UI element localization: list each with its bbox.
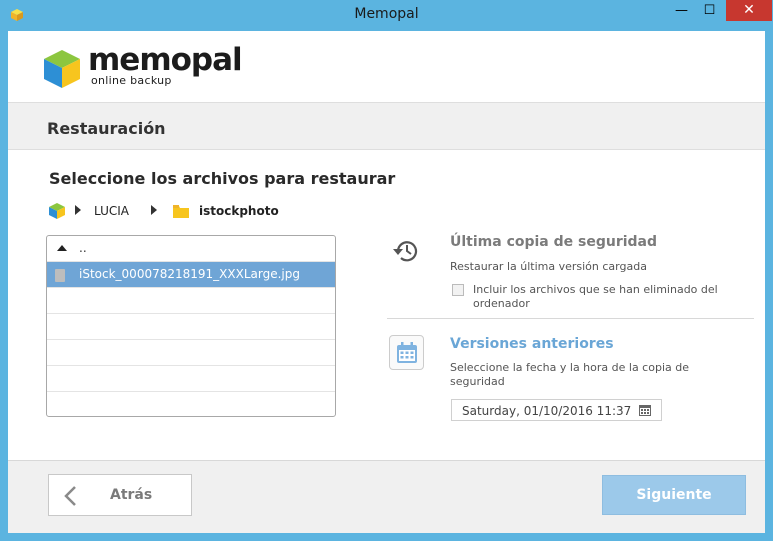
memopal-cube-icon [44, 50, 80, 88]
folder-icon [173, 205, 189, 218]
window-title: Memopal [354, 6, 419, 22]
list-item[interactable]: iStock_000078218191_XXXLarge.jpg [47, 262, 335, 288]
breadcrumb-item-lucia[interactable]: LUCIA [94, 204, 129, 218]
maximize-button[interactable]: ☐ [696, 0, 723, 21]
previous-versions-title[interactable]: Versiones anteriores [450, 336, 614, 352]
title-bar[interactable]: Memopal — ☐ ✕ [0, 0, 773, 31]
section-title: Restauración [47, 119, 166, 138]
back-button-label: Atrás [110, 487, 153, 503]
parent-folder-label: .. [79, 241, 87, 255]
calendar-icon[interactable] [638, 403, 652, 417]
last-backup-subtitle: Restaurar la última versión cargada [450, 260, 647, 273]
list-item-empty [47, 340, 335, 366]
file-list[interactable]: .. iStock_000078218191_XXXLarge.jpg [46, 235, 336, 417]
next-button-label: Siguiente [636, 487, 712, 503]
list-item-empty [47, 288, 335, 314]
list-item-empty [47, 366, 335, 392]
options-divider [387, 318, 754, 319]
root-cube-icon[interactable] [48, 202, 66, 220]
history-icon[interactable] [390, 237, 420, 265]
backup-date-picker[interactable]: Saturday, 01/10/2016 11:37 [451, 399, 662, 421]
file-icon [55, 269, 65, 282]
file-name: iStock_000078218191_XXXLarge.jpg [79, 267, 300, 281]
logo-tagline: online backup [91, 74, 172, 87]
previous-versions-subtitle: Seleccione la fecha y la hora de la copi… [450, 361, 689, 388]
breadcrumb-separator-icon [75, 205, 81, 215]
breadcrumb-separator-icon [151, 205, 157, 215]
footer-bar: Atrás Siguiente [8, 460, 765, 533]
calendar-icon [397, 342, 417, 363]
close-button[interactable]: ✕ [726, 0, 772, 21]
app-window: Memopal — ☐ ✕ memopal online backup Rest… [0, 0, 773, 541]
next-button[interactable]: Siguiente [602, 475, 746, 515]
page-heading: Seleccione los archivos para restaurar [49, 169, 396, 188]
last-backup-title[interactable]: Última copia de seguridad [450, 234, 657, 250]
include-deleted-label: Incluir los archivos que se han eliminad… [473, 283, 718, 310]
breadcrumb-item-istockphoto[interactable]: istockphoto [199, 204, 279, 218]
minimize-button[interactable]: — [668, 0, 695, 21]
back-button[interactable]: Atrás [48, 474, 192, 516]
client-area: memopal online backup Restauración Selec… [8, 31, 765, 533]
up-arrow-icon [57, 245, 67, 251]
section-header: Restauración [8, 102, 765, 150]
breadcrumb: LUCIA istockphoto [48, 201, 348, 221]
list-item-empty [47, 314, 335, 340]
include-deleted-checkbox[interactable] [452, 284, 464, 296]
backup-date-value: Saturday, 01/10/2016 11:37 [462, 404, 632, 418]
list-item-parent[interactable]: .. [47, 236, 335, 262]
memopal-logo: memopal online backup [42, 42, 243, 92]
chevron-left-icon [64, 486, 76, 506]
previous-versions-icon-box[interactable] [389, 335, 424, 370]
logo-wordmark: memopal [88, 42, 243, 78]
